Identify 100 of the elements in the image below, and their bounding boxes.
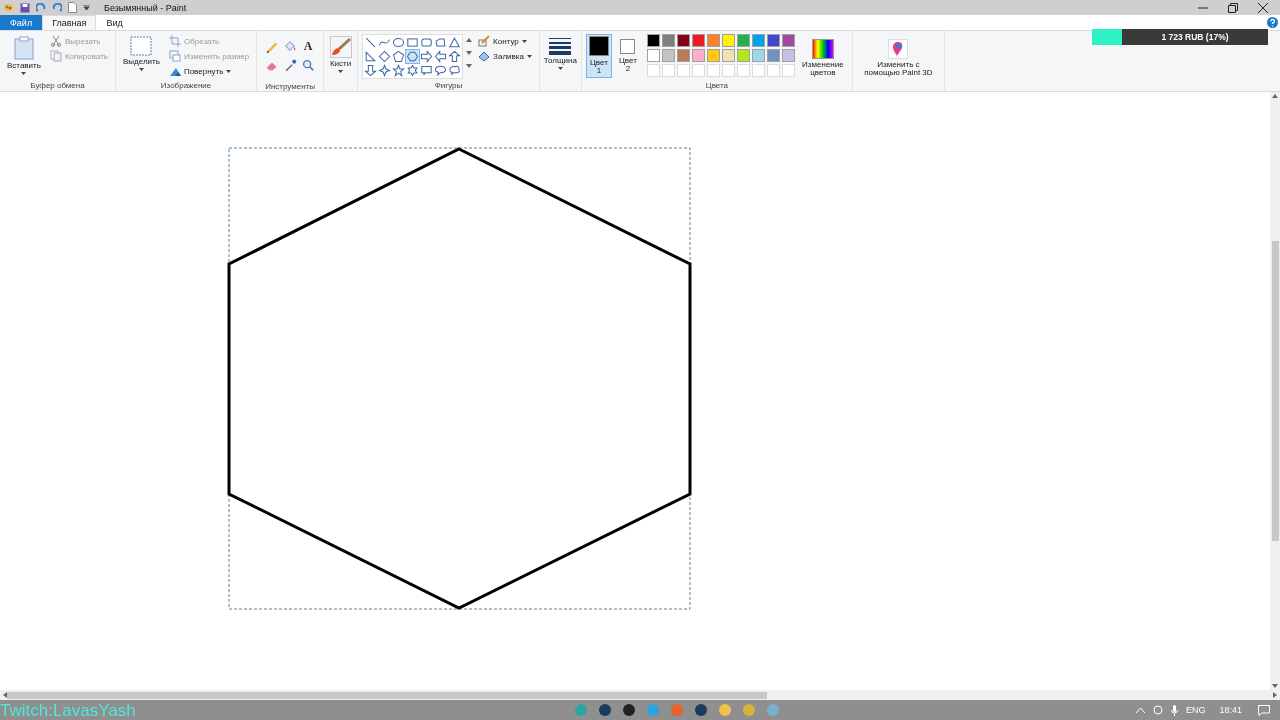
- caret-icon: [526, 54, 532, 58]
- paint-drop-icon: [888, 39, 909, 59]
- rectangle-callout-shape-icon[interactable]: [420, 64, 434, 77]
- donation-amount: 1 723 RUB (17%): [1160, 31, 1230, 44]
- ribbon-tab[interactable]: Главная: [42, 15, 97, 30]
- palette-swatch[interactable]: [751, 34, 765, 47]
- microphone-icon[interactable]: [1170, 704, 1178, 716]
- undo-icon[interactable]: [36, 2, 46, 13]
- palette-swatch[interactable]: [766, 34, 780, 47]
- palette-swatch[interactable]: [721, 49, 735, 62]
- cloud-callout-shape-icon[interactable]: [448, 64, 462, 77]
- four-point-star-shape-icon[interactable]: [378, 64, 392, 77]
- diamond-shape-icon[interactable]: [378, 50, 392, 63]
- up-arrow-shape-icon[interactable]: [448, 50, 462, 63]
- scroll-down-icon[interactable]: [1272, 684, 1278, 688]
- polygon-shape-icon[interactable]: [434, 36, 448, 49]
- clipboard-icon: [13, 36, 34, 60]
- palette-swatch[interactable]: [661, 34, 675, 47]
- document-icon[interactable]: [68, 2, 77, 13]
- triangle-shape-icon[interactable]: [448, 36, 462, 49]
- palette-swatch[interactable]: [736, 49, 750, 62]
- color-picker-icon[interactable]: [283, 58, 298, 72]
- group-label: Цвета: [704, 81, 730, 90]
- group-label: Инструменты: [264, 82, 317, 91]
- scrollbar-thumb[interactable]: [1271, 241, 1279, 541]
- paint-3d-button[interactable]: Изменить с помощью Paint 3D: [856, 37, 940, 80]
- primary-color-button[interactable]: Цвет 1: [585, 34, 612, 78]
- chevron-up-icon[interactable]: [1135, 707, 1145, 713]
- paint-app-icon: [3, 2, 14, 13]
- notification-icon[interactable]: [1258, 704, 1270, 716]
- edit-colors-button[interactable]: Изменение цветов: [797, 34, 848, 80]
- brushes-button[interactable]: Кисти: [324, 34, 358, 76]
- down-arrow-shape-icon[interactable]: [364, 64, 378, 77]
- palette-swatch[interactable]: [646, 49, 660, 62]
- caret-icon: [338, 70, 344, 74]
- palette-swatch[interactable]: [691, 34, 705, 47]
- palette-swatch[interactable]: [751, 49, 765, 62]
- right-arrow-shape-icon[interactable]: [420, 50, 434, 63]
- fill-button[interactable]: Заливка: [475, 49, 535, 63]
- text-tool-icon[interactable]: A: [301, 39, 316, 53]
- caret-icon: [21, 72, 27, 76]
- hexagon-shape-icon[interactable]: [406, 50, 420, 63]
- help-icon[interactable]: [1267, 17, 1278, 28]
- close-icon[interactable]: [1258, 2, 1268, 13]
- palette-swatch[interactable]: [691, 49, 705, 62]
- palette-swatch[interactable]: [661, 49, 675, 62]
- palette-swatch[interactable]: [721, 34, 735, 47]
- scrollbar-thumb[interactable]: [7, 691, 767, 699]
- scroll-right-icon[interactable]: [1273, 692, 1277, 698]
- network-icon[interactable]: [1152, 705, 1163, 715]
- paint-bucket-icon[interactable]: [283, 39, 298, 53]
- taskbar-app-icon[interactable]: [598, 703, 612, 717]
- color-spectrum-icon: [811, 39, 834, 59]
- palette-swatch[interactable]: [706, 49, 720, 62]
- caret-icon: [226, 69, 232, 73]
- group-label: Буфер обмена: [29, 81, 86, 90]
- palette-swatch[interactable]: [676, 34, 690, 47]
- taskbar-app-icon[interactable]: [694, 703, 708, 717]
- magnifier-icon[interactable]: [301, 58, 316, 72]
- line-thickness-icon: [549, 37, 572, 55]
- scissors-icon: [49, 35, 62, 47]
- dropdown-arrow-icon[interactable]: [83, 4, 90, 11]
- rotate-button[interactable]: Повернуть: [165, 64, 253, 78]
- selected-hexagon-drawing[interactable]: [227, 147, 692, 610]
- right-triangle-shape-icon[interactable]: [364, 50, 378, 63]
- save-icon[interactable]: [20, 2, 30, 13]
- palette-swatch[interactable]: [781, 34, 795, 47]
- oval-shape-icon[interactable]: [392, 36, 406, 49]
- scroll-down-icon[interactable]: [466, 51, 473, 55]
- redo-icon[interactable]: [52, 2, 62, 13]
- scroll-up-icon[interactable]: [1272, 94, 1278, 98]
- rectangle-shape-icon[interactable]: [406, 36, 420, 49]
- pentagon-shape-icon[interactable]: [392, 50, 406, 63]
- restore-icon[interactable]: [1228, 2, 1238, 13]
- file-menu-tab[interactable]: Файл: [0, 15, 43, 30]
- six-point-star-shape-icon[interactable]: [406, 64, 420, 77]
- left-arrow-shape-icon[interactable]: [434, 50, 448, 63]
- palette-swatch[interactable]: [736, 34, 750, 47]
- paste-button[interactable]: Вставить: [4, 34, 44, 78]
- secondary-color-button[interactable]: Цвет 2: [614, 34, 641, 78]
- rounded-rectangle-shape-icon[interactable]: [420, 36, 434, 49]
- pen-icon: [478, 35, 491, 47]
- paint-bucket-icon: [478, 50, 491, 62]
- brush-icon: [329, 36, 352, 58]
- palette-swatch[interactable]: [781, 49, 795, 62]
- expand-icon[interactable]: [466, 64, 473, 68]
- five-point-star-shape-icon[interactable]: [392, 64, 406, 77]
- oval-callout-shape-icon[interactable]: [434, 64, 448, 77]
- palette-swatch[interactable]: [706, 34, 720, 47]
- palette-swatch[interactable]: [766, 49, 780, 62]
- outline-button[interactable]: Контур: [475, 34, 535, 48]
- caret-icon: [521, 39, 527, 43]
- group-label: Изображение: [159, 81, 213, 90]
- palette-swatch[interactable]: [646, 34, 660, 47]
- select-button[interactable]: Выделить: [120, 34, 163, 74]
- thickness-button[interactable]: Толщина: [543, 35, 577, 73]
- palette-swatch[interactable]: [676, 49, 690, 62]
- scroll-up-icon[interactable]: [466, 38, 473, 42]
- line-shape-icon[interactable]: [364, 36, 378, 49]
- taskbar-app-icon[interactable]: [622, 703, 636, 717]
